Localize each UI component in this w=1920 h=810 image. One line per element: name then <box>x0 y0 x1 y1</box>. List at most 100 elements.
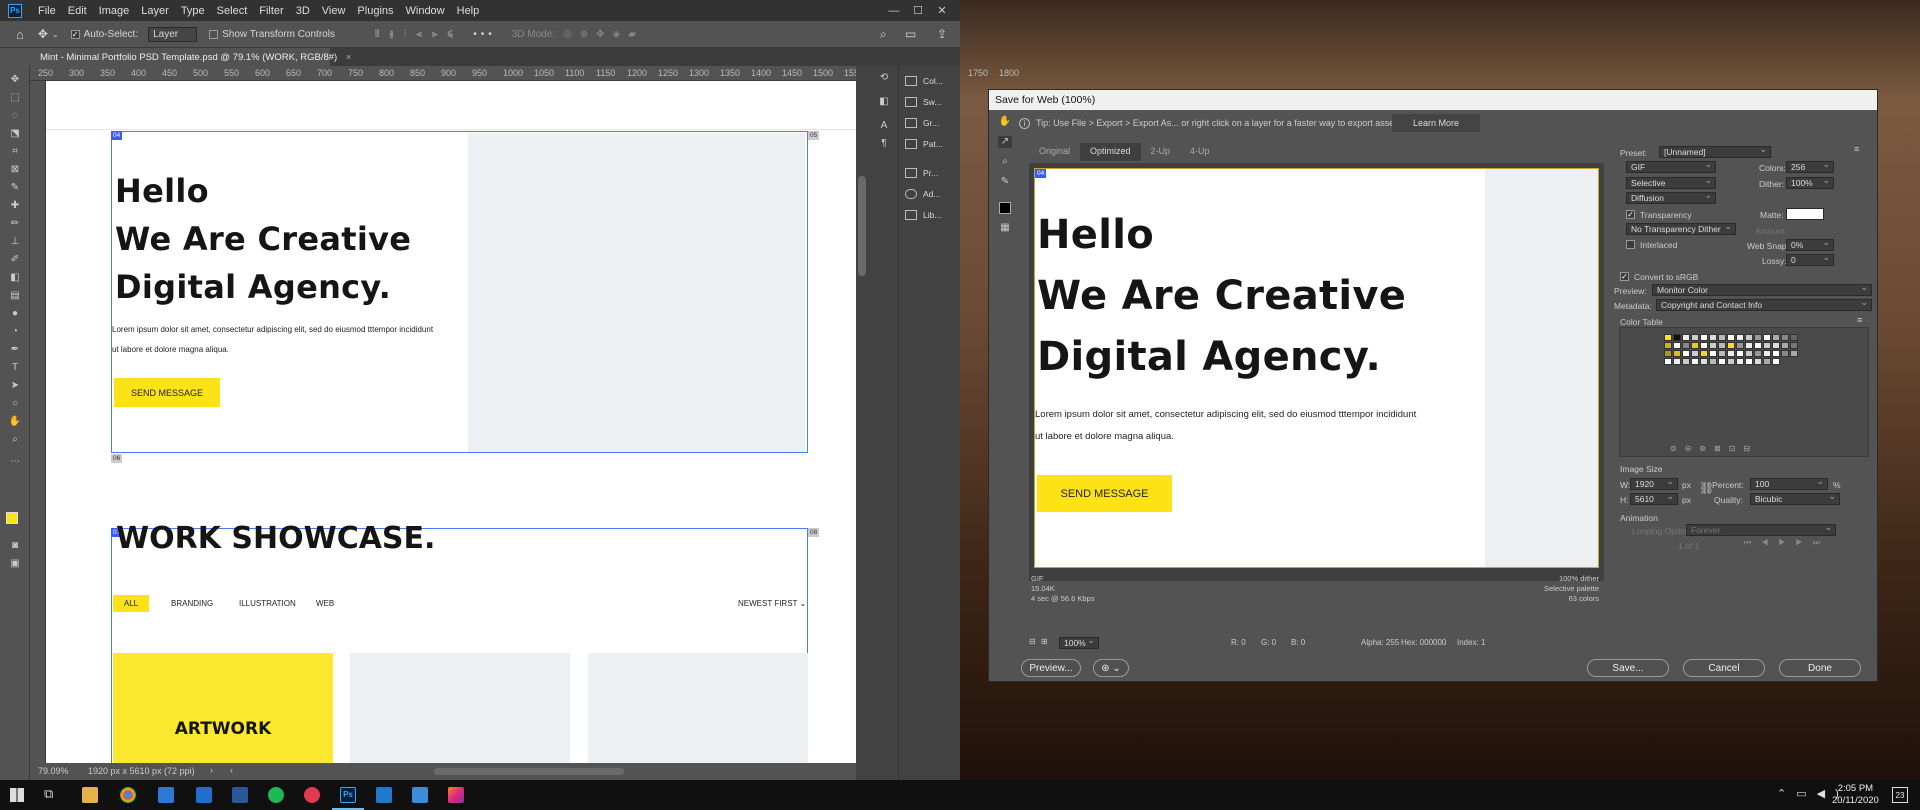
zoom-level[interactable]: 79.09% <box>38 766 69 776</box>
color-swatch[interactable] <box>1754 334 1762 341</box>
photoshop-taskbar-icon[interactable]: Ps <box>340 787 356 803</box>
slice-select-icon[interactable]: ↗ <box>998 136 1012 148</box>
show-transform-checkbox[interactable] <box>209 29 219 39</box>
quick-mask-icon[interactable]: ◙ <box>8 540 22 552</box>
lasso-icon[interactable]: ◌ <box>8 110 22 122</box>
color-swatch[interactable] <box>1727 342 1735 349</box>
panel-libraries[interactable]: Lib... <box>905 208 941 222</box>
frame-icon[interactable]: ⊠ <box>8 164 22 176</box>
color-swatch[interactable] <box>1790 350 1798 357</box>
menu-type[interactable]: Type <box>175 5 211 17</box>
color-swatch[interactable] <box>1754 350 1762 357</box>
calendar-icon[interactable] <box>158 787 174 803</box>
menu-help[interactable]: Help <box>451 5 486 17</box>
tab-4-up[interactable]: 4-Up <box>1180 143 1220 161</box>
menu-view[interactable]: View <box>316 5 352 17</box>
character-icon[interactable]: A <box>877 120 891 132</box>
zoom-icon[interactable]: ⌕ <box>998 156 1012 168</box>
workspace-icon[interactable]: ▭ <box>905 27 916 41</box>
reduction-select[interactable]: Selective <box>1626 175 1716 189</box>
mail-icon[interactable] <box>196 787 212 803</box>
lossy-select[interactable]: 0 <box>1786 252 1834 266</box>
preview-pane[interactable]: 04 Hello We Are Creative Digital Agency.… <box>1029 163 1604 603</box>
move-icon[interactable]: ✥ <box>8 74 22 86</box>
menu-file[interactable]: File <box>32 5 62 17</box>
color-swatch[interactable] <box>1718 350 1726 357</box>
artwork-card[interactable]: ARTWORK <box>113 653 333 763</box>
eraser-icon[interactable]: ◧ <box>8 272 22 284</box>
browser-preview-button[interactable]: ⊛ ⌄ <box>1093 659 1129 677</box>
color-swatch[interactable] <box>1790 334 1798 341</box>
menu-layer[interactable]: Layer <box>135 5 175 17</box>
chevron-down-icon[interactable]: ⌄ <box>52 30 59 39</box>
color-swatch[interactable] <box>1700 358 1708 365</box>
eyedropper-color-swatch[interactable] <box>999 202 1011 214</box>
tab-optimized[interactable]: Optimized <box>1080 143 1141 161</box>
path-select-icon[interactable]: ➤ <box>8 380 22 392</box>
color-swatch[interactable] <box>1691 342 1699 349</box>
close-tab-icon[interactable]: × <box>346 52 352 63</box>
eyedropper-icon[interactable]: ✎ <box>8 182 22 194</box>
instagram-icon[interactable] <box>448 787 464 803</box>
color-swatch[interactable] <box>1790 342 1798 349</box>
menu-window[interactable]: Window <box>400 5 451 17</box>
transparency-dither-select[interactable]: No Transparency Dither <box>1626 221 1736 235</box>
color-swatch[interactable] <box>1772 334 1780 341</box>
chrome-icon[interactable] <box>120 787 136 803</box>
notifications-icon[interactable]: 23 <box>1892 787 1908 803</box>
tab-2-up[interactable]: 2-Up <box>1141 143 1181 161</box>
object-select-icon[interactable]: ⬔ <box>8 128 22 140</box>
color-swatch[interactable] <box>1709 358 1717 365</box>
color-swatch[interactable] <box>1664 342 1672 349</box>
zoom-select[interactable]: 100% <box>1059 635 1099 649</box>
tab-original[interactable]: Original <box>1029 143 1080 161</box>
animation-controls-icon[interactable]: ⏮◀▶▶⏭ <box>1744 538 1830 548</box>
zoom-in-icon[interactable]: ⊞ <box>1041 637 1048 646</box>
healing-icon[interactable]: ✚ <box>8 200 22 212</box>
width-input[interactable]: 1920 <box>1630 476 1678 490</box>
scroll-left-icon[interactable]: ‹ <box>230 765 233 775</box>
menu-edit[interactable]: Edit <box>62 5 93 17</box>
color-swatch[interactable] <box>1682 334 1690 341</box>
menu-plugins[interactable]: Plugins <box>351 5 399 17</box>
gradient-icon[interactable]: ▤ <box>8 290 22 302</box>
color-swatch[interactable] <box>1745 358 1753 365</box>
color-swatch[interactable] <box>1700 342 1708 349</box>
panel-color[interactable]: Col... <box>905 74 943 88</box>
color-swatch[interactable] <box>1709 342 1717 349</box>
learn-more-button[interactable]: Learn More <box>1392 114 1480 132</box>
color-swatch[interactable] <box>1727 334 1735 341</box>
move-tool-icon[interactable]: ✥ <box>38 27 48 41</box>
color-swatch[interactable] <box>1682 350 1690 357</box>
history-icon[interactable]: ⟲ <box>877 72 891 84</box>
color-swatch[interactable] <box>1763 342 1771 349</box>
color-swatch[interactable] <box>1691 334 1699 341</box>
color-swatch[interactable] <box>1700 334 1708 341</box>
stamp-icon[interactable]: ⊥ <box>8 236 22 248</box>
color-swatch[interactable] <box>1673 350 1681 357</box>
color-swatch[interactable] <box>1736 342 1744 349</box>
websnap-select[interactable]: 0% <box>1786 237 1834 251</box>
format-select[interactable]: GIF <box>1626 159 1716 173</box>
more-tools-icon[interactable]: ⋯ <box>8 456 22 468</box>
foreground-color-swatch[interactable] <box>6 512 18 524</box>
zoom-out-icon[interactable]: ⊟ <box>1029 637 1036 646</box>
interlaced-checkbox[interactable] <box>1626 240 1635 249</box>
toggle-slices-icon[interactable]: ▦ <box>998 222 1012 234</box>
preview-button[interactable]: Preview... <box>1021 659 1081 677</box>
media-player-icon[interactable] <box>304 787 320 803</box>
horizontal-scroll-thumb[interactable] <box>434 768 624 775</box>
layer-select[interactable]: Layer <box>148 26 198 42</box>
color-swatch[interactable] <box>1772 350 1780 357</box>
color-swatch[interactable] <box>1763 334 1771 341</box>
crop-icon[interactable]: ⌗ <box>8 146 22 158</box>
vertical-scrollbar[interactable] <box>856 66 868 780</box>
preview-mode-select[interactable]: Monitor Color <box>1652 282 1872 296</box>
align-icons[interactable]: ⫴⫵⫶⫷⫸⫹ <box>375 29 463 40</box>
panel-adjustments[interactable]: Ad... <box>905 187 940 201</box>
color-swatch[interactable] <box>1781 334 1789 341</box>
clock[interactable]: 2:05 PM 20/11/2020 <box>1832 783 1879 807</box>
color-swatch[interactable] <box>1673 334 1681 341</box>
color-swatch[interactable] <box>1718 334 1726 341</box>
file-explorer-icon[interactable] <box>82 787 98 803</box>
